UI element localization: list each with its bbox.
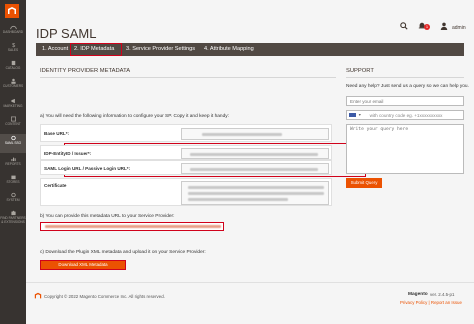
sidebar-item-label: SYSTEM [6, 198, 20, 202]
tab-idp-metadata[interactable]: 2. IDP Metadata [70, 43, 122, 56]
support-phone-field[interactable]: ▼ with country code eg. +1xxxxxxxxxx [346, 110, 464, 120]
sidebar-item-stores[interactable]: STORES [0, 174, 26, 185]
footer-version: ver. 2.4.5-p1 [430, 292, 455, 297]
instruction-a: a) You will need the following informati… [40, 114, 229, 119]
sidebar-item-label: FIND PARTNERS & EXTENSIONS [0, 216, 26, 224]
sidebar-item-label: REPORTS [5, 162, 21, 166]
metadata-url-link[interactable] [40, 222, 224, 231]
sidebar-item-label: CUSTOMERS [2, 84, 24, 88]
redacted-value [188, 186, 324, 189]
section-title-idp-metadata: IDENTITY PROVIDER METADATA [40, 68, 131, 74]
field-row-entity-id: IDP-EntityID / Issuer*: [40, 145, 332, 160]
field-label: SAML Login URL / Passive Login URL*: [44, 166, 131, 171]
support-phone-placeholder: with country code eg. +1xxxxxxxxxx [369, 112, 443, 118]
sidebar-item-label: CONTENT [5, 122, 21, 126]
support-question: Need any help? Just send us a query so w… [346, 84, 469, 89]
sidebar-item-label: STORES [6, 180, 20, 184]
admin-sidebar: DASHBOARD $ SALES CATALOG CUSTOMERS MARK… [0, 0, 26, 324]
redacted-value [45, 225, 221, 228]
redacted-value [190, 153, 318, 156]
support-divider [346, 77, 464, 78]
footer-copyright: Copyright © 2022 Magento Commerce Inc. A… [44, 294, 165, 299]
field-label: Certificate [44, 183, 67, 188]
sidebar-item-catalog[interactable]: CATALOG [0, 60, 26, 71]
step-tabs: 1. Account 2. IDP Metadata 3. Service Pr… [36, 43, 464, 56]
sidebar-item-dashboard[interactable]: DASHBOARD [0, 24, 26, 35]
certificate-field[interactable] [181, 181, 329, 205]
tab-account[interactable]: 1. Account [42, 43, 68, 56]
tab-attribute-mapping[interactable]: 4. Attribute Mapping [204, 43, 254, 56]
footer-divider [26, 282, 474, 283]
user-icon[interactable] [440, 22, 448, 30]
redacted-value [188, 198, 288, 201]
user-menu[interactable]: admin [452, 25, 466, 31]
support-title: SUPPORT [346, 68, 374, 74]
magento-logo[interactable] [5, 4, 19, 18]
support-query-textarea[interactable] [346, 124, 464, 174]
sidebar-item-label: MARKETING [3, 104, 23, 108]
sidebar-item-label: SALES [7, 48, 19, 52]
sidebar-item-saml-sso[interactable]: SAML SSO [0, 134, 26, 153]
support-email-input[interactable] [346, 96, 464, 106]
tab-service-provider-settings[interactable]: 3. Service Provider Settings [126, 43, 195, 56]
base-url-field[interactable] [181, 128, 329, 140]
sidebar-item-content[interactable]: CONTENT [0, 116, 26, 127]
search-icon[interactable] [400, 22, 408, 30]
sidebar-item-sales[interactable]: $ SALES [0, 42, 26, 53]
redacted-value [188, 192, 324, 195]
footer-report-link[interactable]: Privacy Policy | Report an Issue [400, 300, 462, 305]
field-row-base-url: Base URL*: [40, 124, 332, 142]
sidebar-item-marketing[interactable]: MARKETING [0, 98, 26, 109]
sidebar-item-customers[interactable]: CUSTOMERS [0, 78, 26, 89]
submit-query-button[interactable]: Submit Query [346, 178, 382, 188]
entity-id-field[interactable] [181, 148, 329, 159]
field-row-login-url: SAML Login URL / Passive Login URL*: [40, 160, 332, 175]
sidebar-item-partners[interactable]: FIND PARTNERS & EXTENSIONS [0, 210, 26, 224]
page-title: IDP SAML [36, 26, 97, 41]
redacted-value [190, 168, 318, 171]
main-content: IDP SAML 1 admin 1. Account 2. IDP Metad… [26, 0, 474, 324]
field-row-certificate: Certificate [40, 178, 332, 206]
sidebar-item-system[interactable]: SYSTEM [0, 192, 26, 203]
magento-footer-logo [34, 292, 42, 299]
sidebar-item-reports[interactable]: REPORTS [0, 156, 26, 167]
field-label: Base URL*: [44, 131, 70, 136]
instruction-b: b) You can provide this metadata URL to … [40, 214, 175, 219]
field-label: IDP-EntityID / Issuer*: [44, 151, 92, 156]
instruction-c: c) Download the Plugin XML metadata and … [40, 250, 206, 255]
country-flag-icon[interactable] [349, 113, 356, 117]
country-dropdown-icon[interactable]: ▼ [358, 113, 362, 117]
footer-brand: Magento [408, 292, 428, 297]
sidebar-item-label: DASHBOARD [2, 30, 24, 34]
login-url-field[interactable] [181, 163, 329, 174]
notification-badge: 1 [424, 24, 430, 30]
redacted-value [202, 133, 282, 136]
sidebar-item-label: CATALOG [5, 66, 21, 70]
sidebar-item-label: SAML SSO [4, 141, 22, 145]
section-divider [40, 77, 336, 78]
download-xml-metadata-button[interactable]: Download XML Metadata [40, 260, 126, 270]
